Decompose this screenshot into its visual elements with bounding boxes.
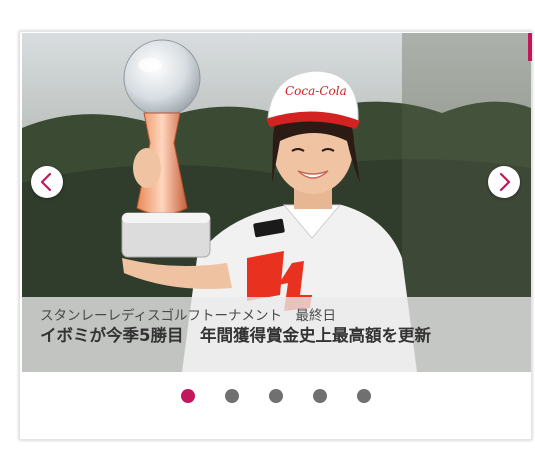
slide-headline[interactable]: イボミが今季5勝目 年間獲得賞金史上最高額を更新 (40, 322, 431, 346)
pagination-dot-4[interactable] (313, 389, 327, 403)
accent-bar (528, 33, 532, 61)
next-slide-button[interactable] (488, 166, 520, 198)
chevron-right-icon (499, 172, 511, 192)
pagination-dot-1[interactable] (181, 389, 195, 403)
chevron-left-icon (40, 172, 52, 192)
pagination-dot-2[interactable] (225, 389, 239, 403)
pagination-dot-5[interactable] (357, 389, 371, 403)
carousel-pagination (0, 389, 535, 405)
slide-subtitle: スタンレーレディスゴルフトーナメント 最終日 (40, 308, 337, 324)
slide-caption[interactable]: スタンレーレディスゴルフトーナメント 最終日 イボミが今季5勝目 年間獲得賞金史… (22, 297, 531, 372)
pagination-dot-3[interactable] (269, 389, 283, 403)
svg-text:Coca-Cola: Coca-Cola (285, 84, 347, 98)
previous-slide-button[interactable] (31, 166, 63, 198)
